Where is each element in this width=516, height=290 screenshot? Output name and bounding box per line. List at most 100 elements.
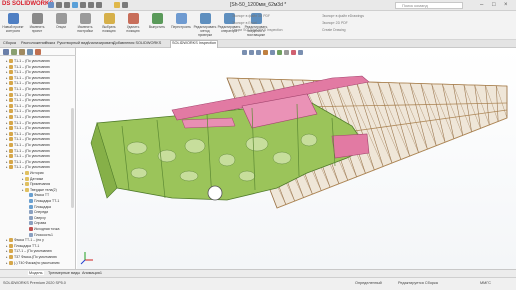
tree-scrollbar[interactable]: [71, 108, 74, 208]
undo-icon[interactable]: [88, 2, 94, 8]
feature-manager-panel: ▸ Т1-1 – (По умолчанию ▸ Т1-1 – (По умолчан…: [0, 48, 76, 269]
new-inspection-project-button[interactable]: Новый проект контроля: [1, 13, 25, 38]
select-balloon-button[interactable]: Выбрать позицию: [97, 13, 121, 38]
part-icon: [9, 59, 13, 63]
part-icon: [9, 243, 13, 248]
tree-item-label: Фаска ТТ: [34, 193, 50, 198]
create-drawing-item[interactable]: Create Drawing: [322, 28, 346, 32]
view-orientation-icon[interactable]: [270, 50, 275, 55]
section-view-icon[interactable]: [263, 50, 268, 55]
options-button[interactable]: Опции: [49, 13, 73, 38]
plane-icon: [29, 232, 33, 237]
zoom-to-fit-icon[interactable]: [242, 50, 247, 55]
tree-item[interactable]: ▸ (-) T40 Фаска(по умолчанию: [6, 260, 60, 266]
tree-item-label: Т1-1 – (По умолчанию: [14, 126, 50, 131]
hide-show-icon[interactable]: [284, 50, 289, 55]
graphics-area[interactable]: [77, 48, 516, 269]
minimize-button[interactable]: –: [480, 2, 483, 8]
tree-item-label: Т1-1 – (По умолчанию: [14, 165, 50, 170]
previous-view-icon[interactable]: [256, 50, 261, 55]
part-icon: [9, 131, 13, 136]
property-manager-tab-icon[interactable]: [11, 49, 17, 55]
select-icon[interactable]: [96, 2, 102, 8]
status-definition: Определенный: [355, 281, 382, 285]
tree-item-label: T17-1 – (По умолчанию: [14, 249, 52, 254]
search-placeholder: Поиск команд: [402, 3, 428, 8]
lightening-hole: [184, 138, 206, 154]
command-search-input[interactable]: Поиск команд: [395, 2, 463, 9]
title-bar: DS SOLIDWORKS [Sh-50_1200мм_62м3d * Поис…: [0, 0, 516, 11]
origin-icon: [29, 227, 33, 231]
new-project-icon: [7, 13, 19, 24]
cm-tab-6[interactable]: SOLIDWORKS Inspection: [170, 40, 219, 48]
display-manager-tab-icon[interactable]: [35, 49, 41, 55]
tree-item-label: Т1-1 – (По умолчанию: [14, 75, 50, 80]
export-excel-item[interactable]: Экспорт в Excel: [232, 21, 257, 25]
close-button[interactable]: ×: [504, 2, 508, 8]
plane-icon: [29, 221, 33, 226]
tree-item-label: История: [30, 171, 44, 175]
publish-button[interactable]: Выпустить: [145, 13, 169, 38]
cm-tab-5[interactable]: Добавления SOLIDWORKS: [112, 41, 162, 45]
rebuild-icon[interactable]: [114, 2, 120, 8]
export-edrawings-item[interactable]: Экспорт в файл eDrawings: [322, 14, 364, 18]
status-units[interactable]: ММГС: [480, 281, 491, 285]
part-icon: [9, 98, 13, 103]
bottom-tab-1[interactable]: Трехмерные виды: [48, 271, 80, 275]
inspection-method-icon: [199, 13, 211, 24]
part-icon: [9, 249, 13, 254]
display-style-icon[interactable]: [277, 50, 282, 55]
save-icon[interactable]: [72, 2, 78, 8]
rebuild-icon: [175, 13, 187, 24]
tree-item-label: Т1-1 – (По умолчанию: [14, 59, 50, 63]
inspection-options-item[interactable]: Опции SOLIDWORKS Inspection: [232, 28, 283, 32]
print-icon[interactable]: [80, 2, 86, 8]
part-icon: [9, 75, 13, 80]
open-file-icon[interactable]: [64, 2, 70, 8]
tree-item-label: Сверху: [34, 215, 46, 220]
tree-item-label: Т1-1 – (По умолчанию: [14, 98, 50, 103]
part-icon: [9, 109, 13, 114]
part-icon: [9, 120, 13, 125]
lightening-hole: [126, 141, 148, 155]
part-icon: [9, 103, 13, 108]
edit-inspection-method-button[interactable]: Редактировать метод проверки: [193, 13, 217, 38]
cm-tab-3[interactable]: Рукотворный вид: [56, 41, 88, 45]
part-icon: [9, 81, 13, 86]
dimxpert-tab-icon[interactable]: [27, 49, 33, 55]
bottom-tab-2[interactable]: Анимация1: [82, 271, 102, 275]
home-icon[interactable]: [48, 2, 54, 8]
tree-item-label: Фаска ТТ-1 – (по у: [14, 238, 44, 243]
maximize-button[interactable]: □: [492, 2, 496, 8]
lightening-hole: [218, 153, 236, 167]
appearance-icon[interactable]: [291, 50, 296, 55]
tree-item-label: Спереди: [34, 210, 49, 215]
export-3dpdf-item[interactable]: Экспорт в файл 3D PDF: [232, 14, 270, 18]
fuselage-model: [80, 75, 508, 265]
part-icon: [9, 64, 13, 69]
tree-item-label: Справа: [34, 221, 47, 226]
status-product-version: SOLIDWORKS Premium 2020 SP5.0: [3, 281, 66, 285]
export-2dpdf-item[interactable]: Экспорт 2D PDF: [322, 21, 348, 25]
cm-tab-2[interactable]: Эскиз: [44, 41, 56, 45]
delete-balloon-button[interactable]: Удалить позицию: [121, 13, 145, 38]
scene-icon[interactable]: [298, 50, 303, 55]
bottom-tab-0[interactable]: Модель: [28, 271, 44, 275]
balloon-icon: [103, 13, 115, 24]
folder-icon: [25, 187, 29, 192]
options-icon[interactable]: [122, 2, 128, 8]
feature-icon: [29, 193, 33, 198]
zoom-area-icon[interactable]: [249, 50, 254, 55]
feature-manager-tab-icon[interactable]: [3, 49, 9, 55]
new-file-icon[interactable]: [56, 2, 62, 8]
cm-tab-4[interactable]: Анализировать: [86, 41, 115, 45]
edit-settings-button[interactable]: Изменить настройки: [73, 13, 97, 38]
cm-tab-0[interactable]: Сборка: [2, 41, 17, 45]
configuration-manager-tab-icon[interactable]: [19, 49, 25, 55]
rebuild-button[interactable]: Перестроить: [169, 13, 193, 38]
edit-project-button[interactable]: Изменить проект: [25, 13, 49, 38]
status-edit-mode: Редактируется Сборка: [398, 281, 438, 285]
part-icon: [9, 115, 13, 119]
command-manager-ribbon: Новый проект контроля Изменить проект Оп…: [0, 11, 516, 40]
tree-item-label: Т1-1 – (По умолчанию: [14, 148, 50, 153]
